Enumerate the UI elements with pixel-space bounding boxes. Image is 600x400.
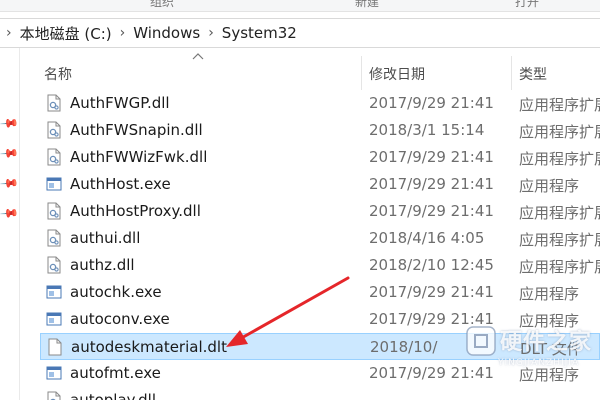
chevron-right-icon[interactable]: › bbox=[6, 25, 12, 41]
file-modified-date: 2017/9/29 21:41 bbox=[369, 148, 494, 166]
file-name: AuthFWSnapin.dll bbox=[70, 121, 203, 139]
ribbon-group-new[interactable]: 新建 bbox=[355, 0, 379, 10]
file-row[interactable]: AuthHost.exe 2017/9/29 21:41 应用程序 bbox=[40, 171, 600, 198]
file-name: AuthHostProxy.dll bbox=[70, 202, 201, 220]
file-name: AuthHost.exe bbox=[70, 175, 171, 193]
file-modified-date: 2017/9/29 21:41 bbox=[369, 202, 494, 220]
exe-file-icon bbox=[46, 364, 62, 382]
file-type: 应用程序扩展 bbox=[519, 96, 600, 114]
exe-file-icon bbox=[46, 310, 62, 328]
watermark: 硬件之家 YINGJIANZHIJIA bbox=[462, 320, 600, 400]
file-modified-date: 2017/9/29 21:41 bbox=[369, 283, 494, 301]
file-type: 应用程序 bbox=[519, 285, 580, 303]
column-divider[interactable] bbox=[511, 56, 512, 90]
file-row[interactable]: AuthFWSnapin.dll 2018/3/1 15:14 应用程序扩展 bbox=[40, 117, 600, 144]
column-header-type[interactable]: 类型 bbox=[519, 58, 547, 90]
file-name: AuthFWWizFwk.dll bbox=[70, 148, 208, 166]
file-modified-date: 2018/2/10 12:45 bbox=[369, 256, 494, 274]
ribbon-bar: 组织 新建 打开 bbox=[0, 0, 600, 12]
watermark-subtext: YINGJIANZHIJIA bbox=[498, 358, 580, 368]
sort-ascending-icon bbox=[192, 53, 204, 60]
dll-file-icon bbox=[46, 229, 62, 247]
file-row[interactable]: authz.dll 2018/2/10 12:45 应用程序扩展 bbox=[40, 252, 600, 279]
file-type: 应用程序扩展 bbox=[519, 123, 600, 141]
navigation-pane bbox=[0, 48, 20, 400]
dll-file-icon bbox=[46, 148, 62, 166]
file-type: 应用程序扩展 bbox=[519, 231, 600, 249]
file-type: 应用程序扩展 bbox=[519, 258, 600, 276]
file-name: autofmt.exe bbox=[70, 364, 161, 382]
dll-file-icon bbox=[46, 94, 62, 112]
file-name: authui.dll bbox=[70, 229, 141, 247]
file-name: autodeskmaterial.dlt bbox=[71, 338, 227, 356]
column-header-name[interactable]: 名称 bbox=[44, 58, 72, 90]
file-modified-date: 2017/9/29 21:41 bbox=[369, 175, 494, 193]
blank-file-icon bbox=[47, 338, 63, 356]
file-modified-date: 2018/10/ bbox=[370, 338, 438, 356]
dll-file-icon bbox=[46, 256, 62, 274]
dll-file-icon bbox=[46, 121, 62, 139]
dll-file-icon bbox=[46, 391, 62, 400]
file-type: 应用程序扩展 bbox=[519, 150, 600, 168]
file-name: autoplay.dll bbox=[70, 391, 157, 400]
file-name: AuthFWGP.dll bbox=[70, 94, 170, 112]
column-header-date[interactable]: 修改日期 bbox=[369, 58, 425, 90]
ribbon-group-organize[interactable]: 组织 bbox=[150, 0, 174, 10]
file-modified-date: 2018/3/1 15:14 bbox=[369, 121, 485, 139]
exe-file-icon bbox=[46, 283, 62, 301]
file-type: 应用程序扩展 bbox=[519, 204, 600, 222]
file-row[interactable]: AuthFWGP.dll 2017/9/29 21:41 应用程序扩展 bbox=[40, 90, 600, 117]
breadcrumb-drive[interactable]: 本地磁盘 (C:) bbox=[20, 23, 112, 44]
file-row[interactable]: AuthHostProxy.dll 2017/9/29 21:41 应用程序扩展 bbox=[40, 198, 600, 225]
address-bar[interactable]: › 本地磁盘 (C:) › Windows › System32 bbox=[0, 18, 600, 48]
chevron-right-icon[interactable]: › bbox=[120, 25, 126, 41]
file-name: autochk.exe bbox=[70, 283, 162, 301]
ribbon-group-open[interactable]: 打开 bbox=[515, 0, 539, 10]
watermark-text: 硬件之家 bbox=[500, 330, 593, 355]
breadcrumb-system32[interactable]: System32 bbox=[222, 24, 297, 42]
file-row[interactable]: AuthFWWizFwk.dll 2017/9/29 21:41 应用程序扩展 bbox=[40, 144, 600, 171]
breadcrumb-windows[interactable]: Windows bbox=[133, 24, 200, 42]
column-divider[interactable] bbox=[361, 56, 362, 90]
file-type: 应用程序 bbox=[519, 177, 580, 195]
chevron-right-icon[interactable]: › bbox=[208, 25, 214, 41]
file-name: authz.dll bbox=[70, 256, 135, 274]
exe-file-icon bbox=[46, 175, 62, 193]
file-row[interactable]: authui.dll 2018/4/16 4:05 应用程序扩展 bbox=[40, 225, 600, 252]
file-name: autoconv.exe bbox=[70, 310, 170, 328]
dll-file-icon bbox=[46, 202, 62, 220]
file-modified-date: 2018/4/16 4:05 bbox=[369, 229, 485, 247]
file-row[interactable]: autochk.exe 2017/9/29 21:41 应用程序 bbox=[40, 279, 600, 306]
file-modified-date: 2017/9/29 21:41 bbox=[369, 94, 494, 112]
watermark-logo-icon bbox=[466, 326, 496, 356]
